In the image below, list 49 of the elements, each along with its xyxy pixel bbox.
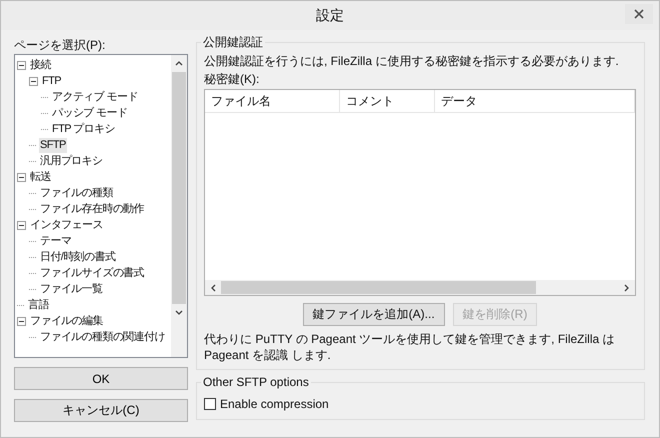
tree-item[interactable]: アクティブ モード [51,90,139,104]
close-button[interactable] [625,4,653,24]
tree-item[interactable]: ファイル一覧 [39,282,104,296]
collapse-icon[interactable] [17,60,26,70]
vertical-scrollbar[interactable] [171,55,187,357]
tree-item[interactable]: 日付/時刻の書式 [39,250,116,264]
tree-item[interactable]: 汎用プロキシ [39,154,104,168]
checkbox[interactable] [204,398,216,410]
tree-item[interactable]: FTP プロキシ [51,122,116,136]
private-key-label: 秘密鍵(K): [204,71,260,87]
key-button[interactable]: 鍵ファイルを追加(A)... [302,303,445,326]
key-list[interactable]: ファイル名 コメント データ [204,89,636,296]
scroll-right-icon[interactable] [624,284,630,292]
collapse-icon[interactable] [17,316,26,326]
group-title: Other SFTP options [201,375,311,390]
tree-item[interactable]: インタフェース [29,218,104,232]
scroll-left-icon[interactable] [210,284,216,292]
tree-item[interactable]: 転送 [29,170,52,184]
checkbox-label: Enable compression [220,397,329,411]
pageant-note: 代わりに PuTTY の Pageant ツールを使用して鍵を管理できます, FileZilla は Pageant を認識 します. [204,331,616,363]
dialog-button[interactable]: OK [14,367,188,390]
window-title: 設定 [316,6,344,24]
horizontal-scrollbar[interactable] [205,280,635,295]
page-select-label: ページを選択(P): [14,38,106,53]
scroll-thumb[interactable] [221,281,536,294]
collapse-icon[interactable] [17,172,26,182]
tree-item[interactable]: ファイル存在時の動作 [39,202,146,216]
close-icon [634,9,644,19]
tree-item[interactable]: テーマ [39,234,72,248]
column-header[interactable]: データ [435,90,635,112]
tree-item[interactable]: 接続 [29,58,52,72]
tree-item[interactable]: ファイルサイズの書式 [39,266,146,280]
tree-item[interactable]: ファイルの種類 [39,186,114,200]
tree-item[interactable]: パッシブ モード [51,106,128,120]
dialog-button[interactable]: キャンセル(C) [14,399,188,422]
column-header[interactable]: コメント [340,90,435,112]
tree-item[interactable]: ファイルの編集 [29,314,104,328]
tree-item[interactable]: SFTP [39,138,67,152]
group-title: 公開鍵認証 [201,35,265,50]
tree-item[interactable]: FTP [41,74,62,88]
tree-item[interactable]: 言語 [27,298,50,312]
tree-item[interactable]: ファイルの種類の関連付け [39,330,166,344]
scroll-up-icon[interactable] [175,60,183,66]
scroll-thumb[interactable] [172,72,186,304]
description-text: 公開鍵認証を行うには, FileZilla に使用する秘密鍵を指示する必要があります. [204,53,620,69]
collapse-icon[interactable] [29,76,38,86]
collapse-icon[interactable] [17,220,26,230]
column-header[interactable]: ファイル名 [205,90,340,112]
scroll-down-icon[interactable] [175,310,183,316]
